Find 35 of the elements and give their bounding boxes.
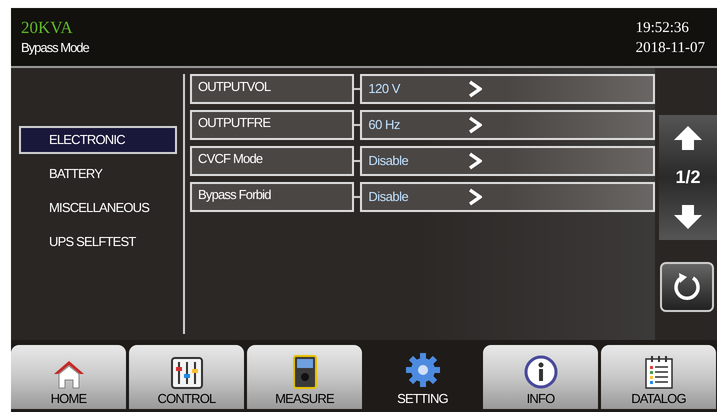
setting-value-field[interactable]: 120 V [360, 74, 655, 104]
sidebar-item[interactable]: ELECTRONIC [19, 126, 177, 154]
setting-label: OUTPUTFRE [190, 110, 354, 140]
setting-label: CVCF Mode [190, 146, 354, 176]
gear-icon [404, 350, 442, 388]
setting-label: Bypass Forbid [190, 182, 354, 212]
refresh-button[interactable] [660, 262, 714, 312]
chevron-right-icon [468, 116, 482, 134]
setting-value-field[interactable]: 60 Hz [360, 110, 655, 140]
sidebar-item[interactable]: UPS SELFTEST [19, 228, 177, 256]
chevron-right-icon [468, 80, 482, 98]
nav-tab[interactable]: MEASURE [247, 345, 362, 409]
notepad-icon [644, 354, 674, 388]
nav-tab[interactable]: CONTROL [129, 345, 244, 409]
nav-tab[interactable]: DATALOG [601, 345, 716, 409]
down-arrow-icon[interactable] [673, 204, 703, 230]
house-icon [52, 358, 86, 388]
sidebar-item[interactable]: BATTERY [19, 160, 177, 188]
setting-value-field[interactable]: Disable [360, 146, 655, 176]
date-label: 2018-11-07 [636, 39, 705, 58]
time-label: 19:52:36 [636, 19, 690, 38]
chevron-right-icon [468, 152, 482, 170]
setting-label: OUTPUTVOL [190, 74, 354, 104]
up-arrow-icon[interactable] [673, 125, 703, 151]
chevron-right-icon [468, 188, 482, 206]
nav-tab[interactable]: HOME [11, 345, 126, 409]
sliders-icon [170, 356, 202, 388]
sidebar-item[interactable]: MISCELLANEOUS [19, 194, 177, 222]
page-indicator: 1/2 [675, 166, 701, 189]
info-icon [524, 354, 558, 388]
mode-label: Bypass Mode [21, 39, 89, 57]
meter-icon [292, 354, 316, 388]
nav-tab[interactable]: INFO [483, 345, 598, 409]
model-label: 20KVA [21, 18, 74, 38]
setting-value-field[interactable]: Disable [360, 182, 655, 212]
